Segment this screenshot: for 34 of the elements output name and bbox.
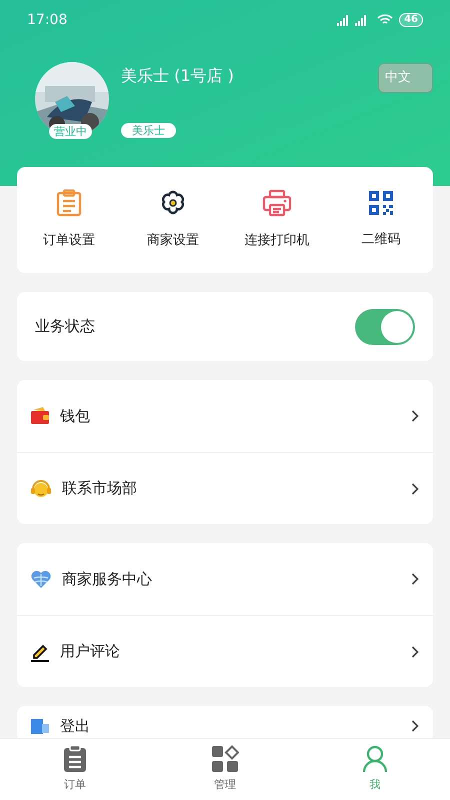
headset-icon: [30, 478, 52, 498]
store-name: 美乐士 (1号店 ): [121, 65, 235, 87]
battery-indicator: 46: [399, 13, 423, 27]
menu-item[interactable]: 联系市场部: [17, 452, 433, 524]
tab-button[interactable]: 管理: [150, 739, 300, 800]
exit-icon: [30, 717, 50, 735]
heart-globe-icon: [30, 569, 52, 589]
wallet-icon: [30, 407, 50, 425]
chevron-right-icon: [411, 573, 419, 585]
store-tag: 美乐士: [121, 123, 176, 138]
chevron-right-icon: [411, 720, 419, 732]
grid-icon: [211, 745, 239, 774]
business-status-label: 业务状态: [35, 316, 95, 338]
tab-button[interactable]: 订单: [0, 739, 150, 800]
wifi-icon: [377, 14, 394, 26]
menu-item[interactable]: 商家服务中心: [17, 543, 433, 615]
chevron-right-icon: [411, 410, 419, 422]
shortcut-button[interactable]: 连接打印机: [225, 189, 329, 251]
shortcut-button[interactable]: 订单设置: [17, 189, 121, 251]
clipboard-icon: [56, 189, 82, 218]
person-icon: [361, 745, 389, 774]
chevron-right-icon: [411, 646, 419, 658]
menu-item[interactable]: 用户评论: [17, 615, 433, 687]
shortcut-button[interactable]: 商家设置: [121, 189, 225, 251]
clipboard-icon: [63, 745, 87, 774]
toggle-switch[interactable]: [355, 308, 415, 344]
shortcut-button[interactable]: 二维码: [329, 190, 433, 250]
status-badge: 营业中: [49, 124, 92, 139]
qr-code-icon: [368, 190, 394, 216]
chevron-right-icon: [411, 482, 419, 494]
menu-item[interactable]: 登出: [17, 710, 433, 738]
status-time: 17:08: [27, 10, 68, 30]
printer-icon: [262, 189, 292, 218]
menu-item[interactable]: 钱包: [17, 380, 433, 452]
